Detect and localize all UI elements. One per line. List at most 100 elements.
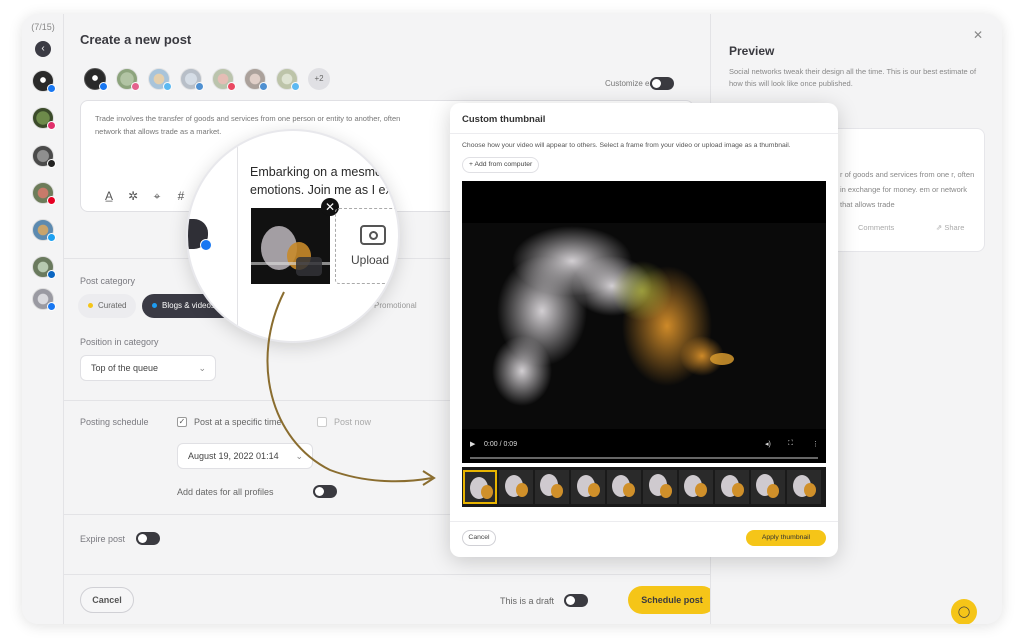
draft-label: This is a draft: [500, 596, 555, 606]
share-label[interactable]: ⇗ Share: [936, 223, 964, 232]
twitter-icon: [163, 82, 172, 91]
profile-avatar[interactable]: [148, 68, 172, 91]
magic-icon[interactable]: ✲: [121, 189, 145, 203]
profile-avatar[interactable]: [276, 68, 300, 91]
camera-lens-icon: [369, 231, 378, 240]
post-category-label: Post category: [80, 276, 136, 286]
magnifier-callout: Embarking on a mesme emotions. Join me a…: [186, 129, 400, 343]
hashtag-icon[interactable]: #: [169, 189, 193, 203]
more-profiles-badge[interactable]: +2: [308, 68, 330, 90]
rail-avatar-4[interactable]: [32, 182, 56, 205]
frame-thumbnail[interactable]: [643, 470, 677, 504]
frame-thumbnail[interactable]: [571, 470, 605, 504]
fullscreen-icon[interactable]: ⛶: [788, 440, 793, 448]
tiktok-icon: [47, 159, 56, 168]
editor-toolbar: A̲ ✲ ⌖ #: [97, 189, 193, 204]
modal-cancel-button[interactable]: Cancel: [462, 530, 496, 546]
chevron-down-icon: ⌄: [198, 363, 206, 373]
add-from-computer-button[interactable]: + Add from computer: [462, 157, 540, 173]
frame-thumbnail[interactable]: [535, 470, 569, 504]
chat-icon[interactable]: ◯: [951, 599, 977, 624]
post-now-checkbox[interactable]: [317, 417, 327, 427]
schedule-post-button[interactable]: Schedule post: [628, 586, 716, 614]
page-title: Create a new post: [80, 32, 192, 47]
profile-avatar[interactable]: [180, 68, 204, 91]
frame-image: [540, 474, 563, 498]
frame-thumbnail[interactable]: [607, 470, 641, 504]
frame-image: [577, 475, 600, 497]
modal-description: Choose how your video will appear to oth…: [462, 142, 791, 149]
smoke-video-frame: [462, 181, 826, 463]
profile-avatar[interactable]: [116, 68, 140, 91]
frame-image: [470, 477, 493, 499]
facebook-icon: [47, 302, 56, 311]
video-player[interactable]: ▶ 0:00 / 0:09 ◂) ⛶ ⋮: [462, 181, 826, 463]
frame-image: [505, 475, 528, 497]
more-options-icon[interactable]: ⋮: [812, 440, 819, 448]
upload-label: Upload: [351, 253, 390, 267]
divider: [237, 131, 238, 341]
magnified-post-text: Embarking on a mesme emotions. Join me a…: [250, 165, 399, 197]
frame-thumbnail[interactable]: [499, 470, 533, 504]
instagram-icon: [47, 121, 56, 130]
location-icon[interactable]: ⌖: [145, 189, 169, 204]
cancel-button[interactable]: Cancel: [80, 587, 134, 613]
linkedin-icon: [47, 270, 56, 279]
comments-label[interactable]: Comments: [858, 223, 894, 232]
position-select[interactable]: Top of the queue ⌄: [80, 355, 216, 381]
facebook-icon: [47, 84, 56, 93]
frame-thumbnail[interactable]: [463, 470, 497, 504]
rail-avatar-7[interactable]: [32, 288, 56, 311]
video-time: 0:00 / 0:09: [484, 441, 518, 448]
play-icon[interactable]: ▶: [470, 440, 475, 448]
text-format-icon[interactable]: A̲: [97, 189, 121, 203]
rail-avatar-2[interactable]: [32, 107, 56, 130]
frame-thumbnail[interactable]: [715, 470, 749, 504]
rail-avatar-6[interactable]: [32, 256, 56, 279]
rail-avatar-1[interactable]: [32, 70, 56, 93]
frame-image: [649, 474, 672, 498]
frame-thumbnail[interactable]: [679, 470, 713, 504]
rail-avatar-3[interactable]: [32, 145, 56, 168]
curated-dot-icon: [88, 303, 93, 309]
apply-thumbnail-button[interactable]: Apply thumbnail: [746, 530, 826, 546]
frame-image: [793, 475, 816, 497]
profile-avatar[interactable]: [212, 68, 236, 91]
frame-strip: [462, 467, 826, 507]
twitter-icon: [291, 82, 300, 91]
preview-card-text: r of goods and services from one r, ofte…: [840, 170, 975, 209]
camera-icon: [360, 225, 386, 245]
stage: (7/15) ‹ Create a new post +2 Customize …: [0, 0, 1024, 638]
frame-image: [684, 475, 707, 497]
profile-counter: (7/15): [31, 22, 55, 32]
linkedin-icon: [195, 82, 204, 91]
preview-subtitle: Social networks tweak their design all t…: [729, 67, 977, 88]
back-icon[interactable]: ‹: [35, 41, 51, 57]
draft-toggle[interactable]: [564, 594, 588, 607]
chip-curated[interactable]: Curated: [78, 294, 137, 318]
frame-thumbnail[interactable]: [787, 470, 821, 504]
profile-avatar[interactable]: [84, 68, 108, 91]
volume-icon[interactable]: ◂): [765, 440, 771, 448]
close-icon[interactable]: ✕: [973, 28, 983, 42]
rail-avatar-5[interactable]: [32, 219, 56, 242]
schedule-date-select[interactable]: August 19, 2022 01:14 ⌄: [177, 443, 313, 469]
pinterest-icon: [227, 82, 236, 91]
modal-title: Custom thumbnail: [462, 114, 546, 125]
customize-each-toggle[interactable]: [650, 77, 674, 90]
twitter-icon: [47, 233, 56, 242]
upload-dropzone[interactable]: [335, 208, 398, 284]
specific-time-checkbox[interactable]: ✓: [177, 417, 187, 427]
instagram-icon: [131, 82, 140, 91]
frame-thumbnail[interactable]: [751, 470, 785, 504]
divider: [450, 133, 838, 134]
add-dates-toggle[interactable]: [313, 485, 337, 498]
profile-avatar[interactable]: [244, 68, 268, 91]
frame-select-icon[interactable]: [296, 257, 322, 276]
preview-title: Preview: [729, 44, 775, 58]
facebook-icon: [200, 239, 212, 251]
video-progress-bar[interactable]: [470, 457, 818, 459]
divider: [450, 521, 838, 522]
expire-post-toggle[interactable]: [136, 532, 160, 545]
divider: [64, 574, 710, 575]
